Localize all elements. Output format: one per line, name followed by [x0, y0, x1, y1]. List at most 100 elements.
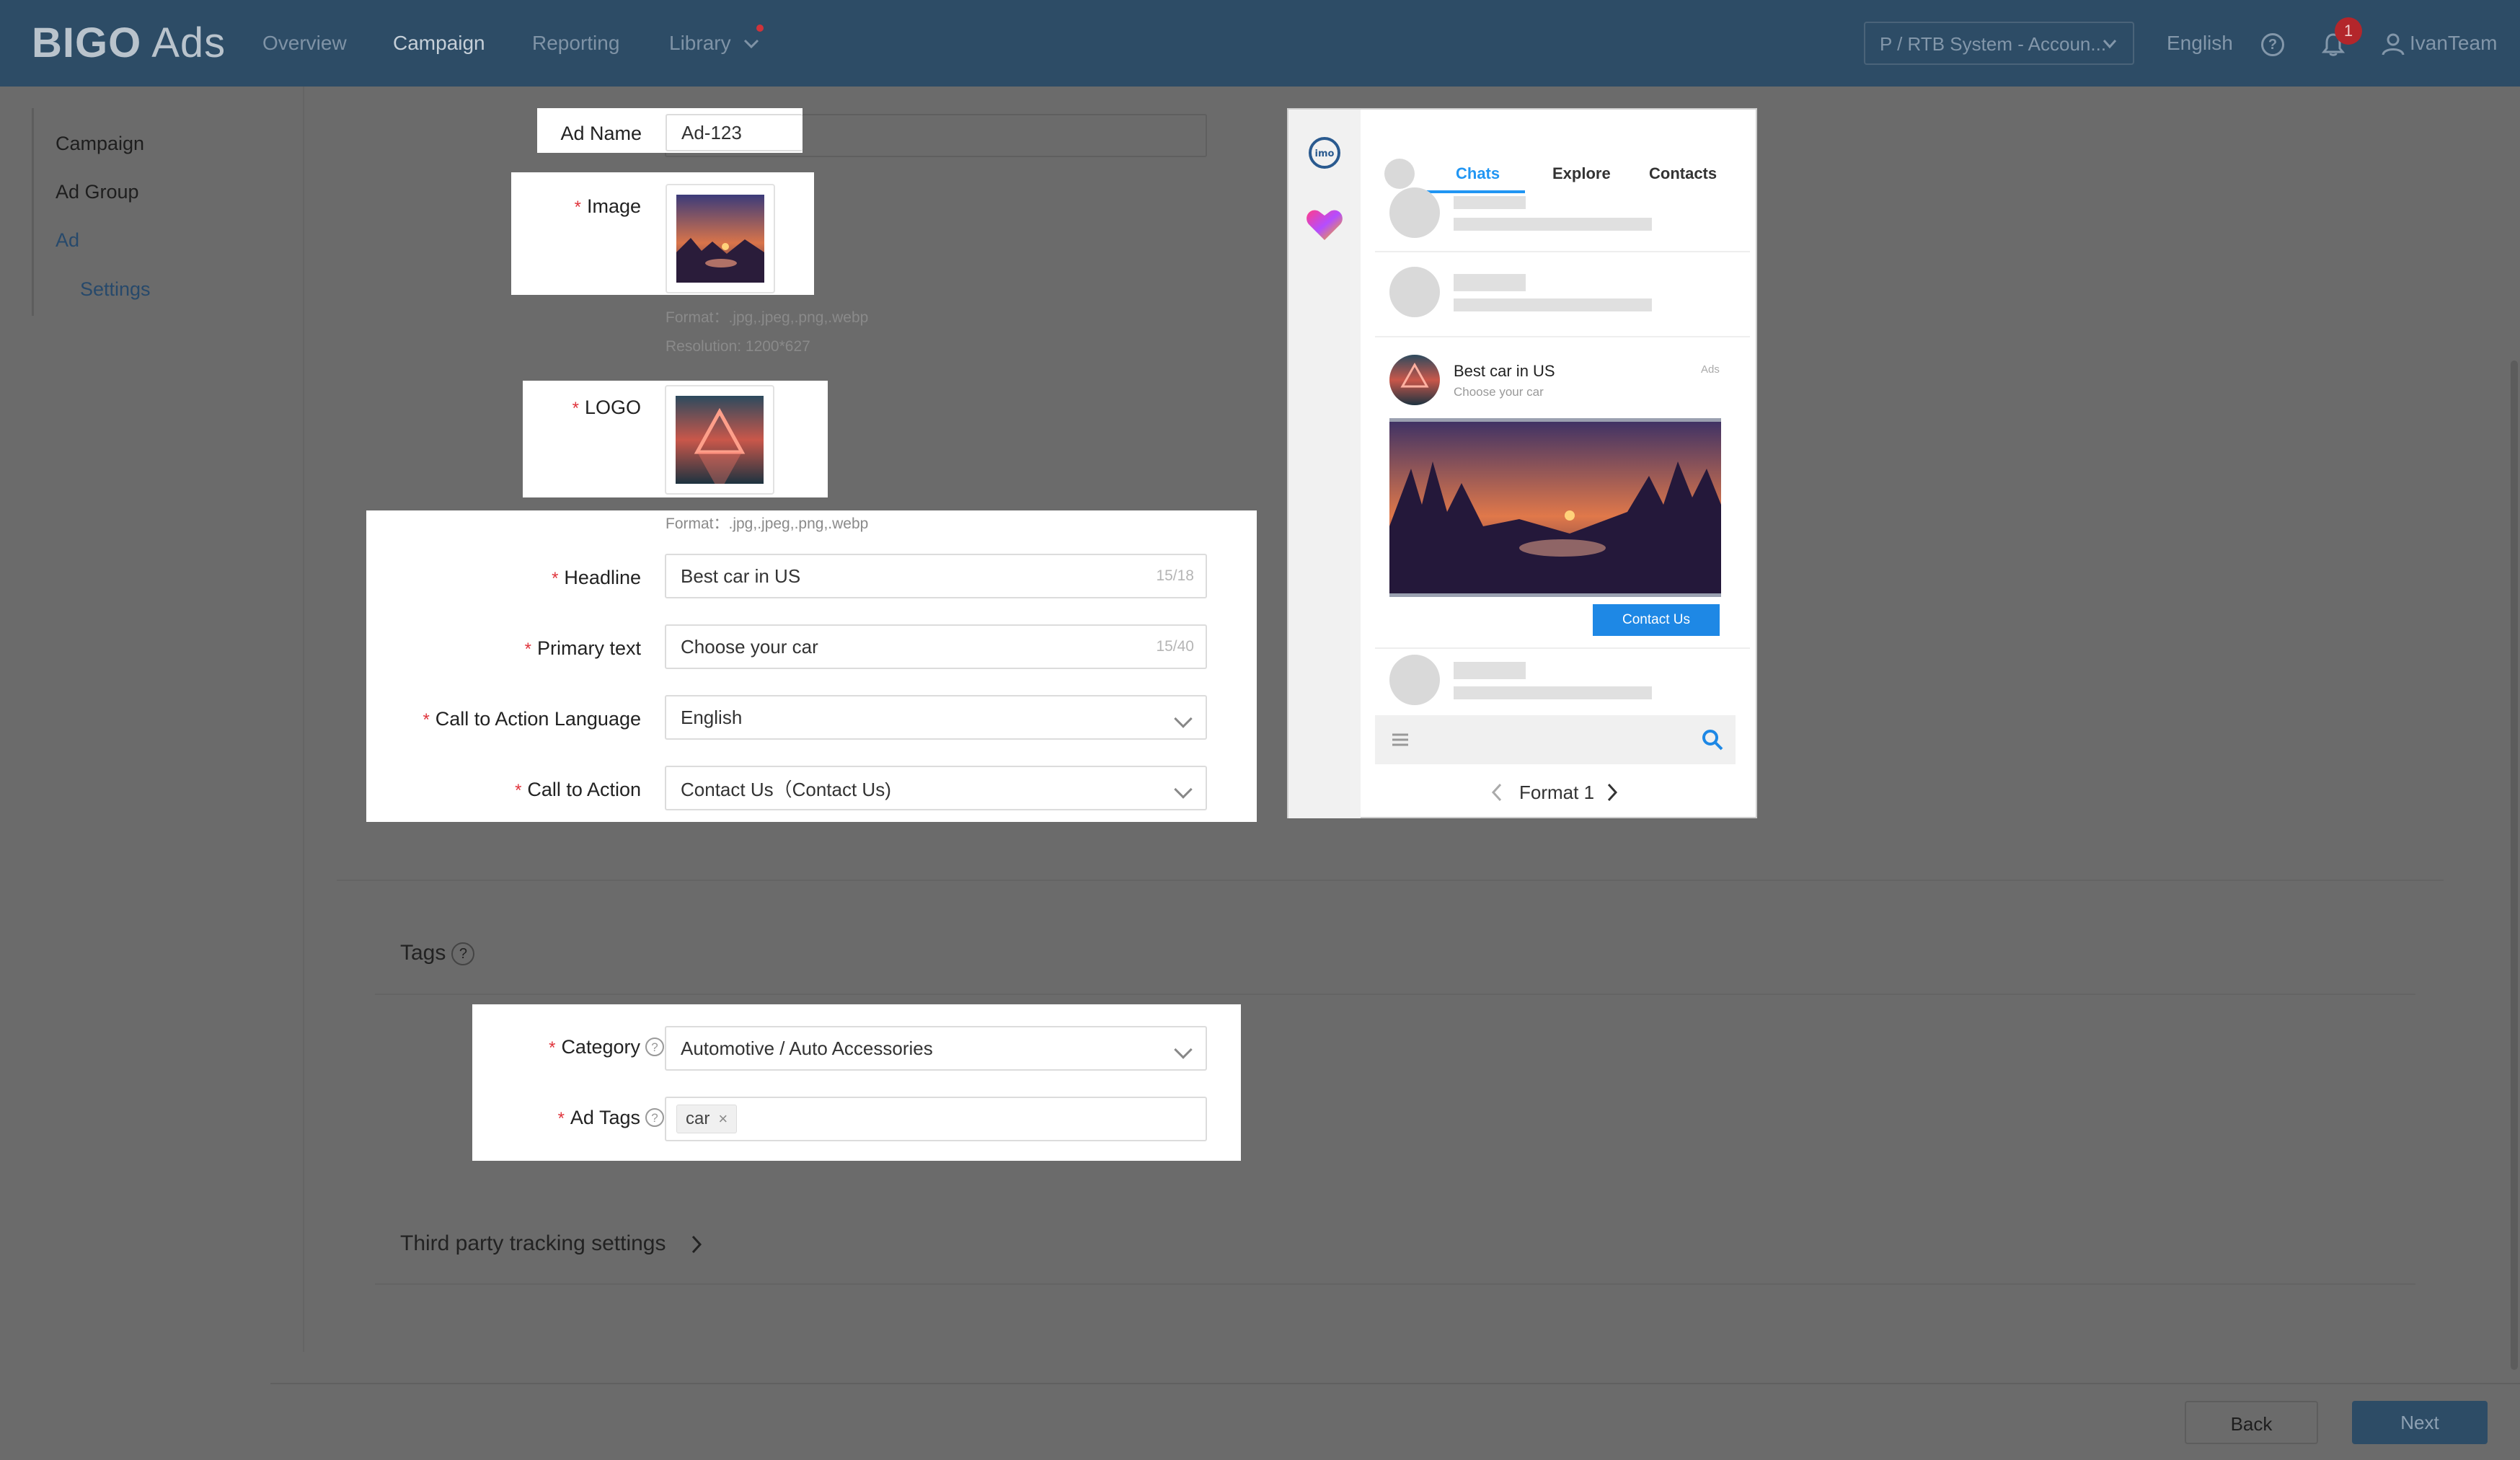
preview-ad-subtitle: Choose your car	[1454, 385, 1544, 399]
help-icon[interactable]: ?	[645, 1108, 664, 1127]
section-divider	[375, 1283, 2415, 1285]
menu-icon	[1392, 733, 1408, 746]
ad-name-input[interactable]: Ad-123	[666, 114, 803, 151]
heart-icon	[1307, 210, 1343, 240]
library-new-dot	[756, 25, 764, 32]
close-icon[interactable]: ×	[718, 1110, 728, 1128]
next-button[interactable]: Next	[2352, 1401, 2488, 1444]
category-label: * Category	[549, 1036, 640, 1058]
preview-cta-button: Contact Us	[1593, 604, 1720, 636]
imo-logo-icon: imo	[1309, 137, 1340, 169]
preview-app-sidebar: imo	[1288, 110, 1361, 818]
category-select[interactable]: Automotive / Auto Accessories	[665, 1026, 1207, 1071]
image-highlight: * Image	[511, 172, 814, 295]
brand-logo[interactable]: BIGO Ads	[32, 19, 226, 67]
required-mark: *	[552, 569, 559, 588]
logo-upload[interactable]	[665, 385, 774, 495]
ad-tags-label: * Ad Tags	[557, 1107, 640, 1128]
cta-select[interactable]: Contact Us（Contact Us)	[665, 766, 1207, 810]
sidebar-item-ad-group[interactable]: Ad Group	[56, 181, 139, 203]
preview-skeleton-line	[1454, 298, 1652, 311]
headline-input[interactable]: Best car in US 15/18	[665, 554, 1207, 598]
preview-skeleton-avatar	[1389, 267, 1440, 317]
sunset-lake-image	[676, 195, 764, 283]
preview-skeleton-line	[1454, 274, 1526, 291]
preview-skeleton-line	[1454, 218, 1652, 231]
required-mark: *	[572, 399, 579, 418]
account-selector[interactable]: P / RTB System - Accoun...	[1864, 22, 2134, 65]
sidebar-item-ad[interactable]: Ad	[56, 229, 79, 252]
preview-input-bar	[1375, 715, 1736, 764]
imo-logo-text: imo	[1315, 149, 1335, 159]
preview-ad-avatar	[1389, 355, 1440, 405]
required-mark: *	[515, 781, 522, 800]
top-navigation-bar: BIGO Ads Overview Campaign Reporting Libr…	[0, 0, 2520, 87]
tag-chip: car ×	[676, 1105, 738, 1133]
ad-text-fields-panel: Format：.jpg,.jpeg,.png,.webp * Headline B…	[366, 510, 1257, 822]
required-mark: *	[574, 198, 581, 217]
cta-language-label: * Call to Action Language	[423, 708, 641, 730]
logo-label: * LOGO	[572, 397, 641, 418]
preview-ad-image	[1389, 418, 1721, 597]
tags-section-title: Tags?	[400, 941, 475, 966]
section-divider	[337, 880, 2444, 881]
tags-panel: * Category ? Automotive / Auto Accessorie…	[472, 1004, 1241, 1161]
primary-text-label: * Primary text	[524, 637, 641, 659]
user-icon[interactable]	[2381, 32, 2405, 56]
tracking-section-toggle[interactable]: Third party tracking settings	[400, 1231, 704, 1256]
preview-skeleton-line	[1454, 686, 1652, 699]
preview-format-label: Format 1	[1519, 782, 1595, 803]
preview-skeleton-avatar	[1389, 655, 1440, 705]
headline-char-count: 15/18	[1156, 567, 1194, 584]
preview-ad-title: Best car in US	[1454, 362, 1555, 380]
sidebar-item-settings[interactable]: Settings	[80, 278, 151, 301]
logo-format-hint: Format：.jpg,.jpeg,.png,.webp	[666, 516, 869, 532]
footer-bar	[270, 1383, 2520, 1460]
chevron-right-icon	[691, 1236, 702, 1254]
primary-text-input[interactable]: Choose your car 15/40	[665, 624, 1207, 669]
ad-name-highlight: Ad Name Ad-123	[537, 108, 803, 153]
required-mark: *	[549, 1038, 556, 1058]
help-icon[interactable]: ?	[2261, 33, 2284, 56]
image-upload[interactable]	[666, 184, 775, 293]
nav-reporting[interactable]: Reporting	[532, 32, 619, 55]
chevron-down-icon	[1174, 709, 1193, 728]
chevron-left-icon[interactable]	[1490, 783, 1503, 802]
ad-name-label: Ad Name	[560, 123, 642, 144]
preview-skeleton-avatar	[1389, 187, 1440, 238]
search-icon	[1702, 730, 1723, 751]
preview-skeleton-line	[1454, 196, 1526, 209]
preview-tab-underline	[1424, 190, 1525, 193]
preview-tab-chats: Chats	[1456, 164, 1500, 182]
ad-preview-phone: imo Chats Explore Contacts Best car in U…	[1287, 108, 1757, 818]
required-mark: *	[524, 640, 531, 659]
preview-tab-contacts: Contacts	[1649, 164, 1717, 182]
image-label: * Image	[574, 195, 641, 217]
ad-tags-input[interactable]: car ×	[665, 1097, 1207, 1141]
help-icon[interactable]: ?	[451, 942, 475, 966]
image-resolution-hint: Resolution: 1200*627	[666, 338, 810, 355]
nav-campaign[interactable]: Campaign	[393, 32, 485, 55]
notification-badge: 1	[2335, 17, 2362, 45]
scrollbar[interactable]	[2511, 360, 2518, 1370]
logo-image	[676, 396, 764, 484]
required-mark: *	[423, 710, 430, 730]
preview-tab-explore: Explore	[1552, 164, 1611, 182]
language-switcher[interactable]: English	[2167, 32, 2233, 55]
preview-divider	[1375, 647, 1750, 649]
primary-text-char-count: 15/40	[1156, 638, 1194, 655]
image-format-hint: Format：.jpg,.jpeg,.png,.webp	[666, 309, 869, 326]
required-mark: *	[557, 1109, 565, 1128]
back-button[interactable]: Back	[2185, 1401, 2318, 1444]
nav-library[interactable]: Library	[669, 32, 759, 55]
chevron-down-icon	[744, 39, 759, 49]
sidebar-item-campaign[interactable]: Campaign	[56, 133, 144, 155]
chevron-right-icon[interactable]	[1606, 783, 1619, 802]
nav-overview[interactable]: Overview	[262, 32, 347, 55]
chevron-down-icon	[1174, 1040, 1193, 1059]
help-icon[interactable]: ?	[645, 1038, 664, 1056]
step-sidebar: Campaign Ad Group Ad Settings	[32, 108, 270, 316]
user-name[interactable]: IvanTeam	[2410, 32, 2497, 55]
cta-language-select[interactable]: English	[665, 695, 1207, 740]
logo-highlight: * LOGO	[523, 381, 828, 497]
